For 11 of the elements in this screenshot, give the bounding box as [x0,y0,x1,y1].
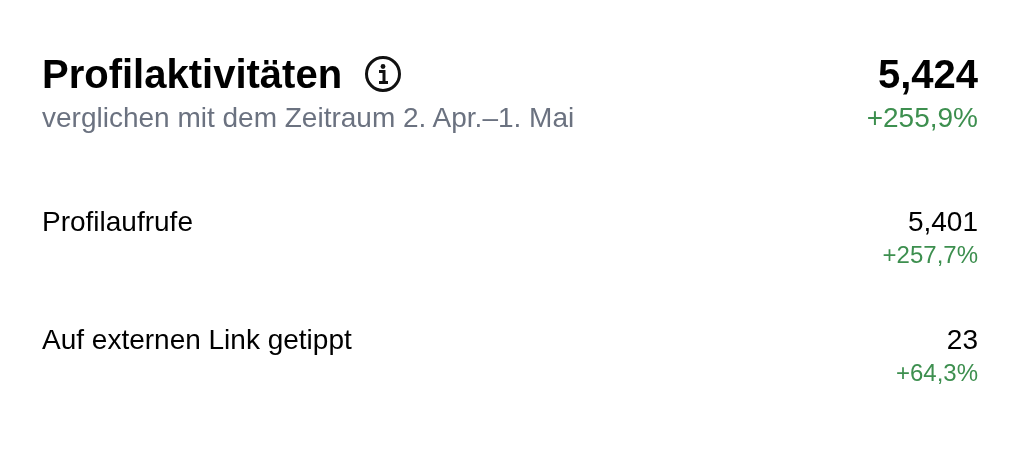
metric-value: 5,401 [907,205,978,239]
comparison-period: verglichen mit dem Zeitraum 2. Apr.–1. Mai [42,101,575,135]
metric-label: Auf externen Link getippt [42,323,352,357]
metric-value: 23 [946,323,978,357]
total-value: 5,424 [877,51,978,98]
total-change: +255,9% [866,101,978,135]
section-title: Profilaktivitäten [42,51,343,98]
info-icon[interactable] [364,55,403,93]
metric-change: +257,7% [882,240,978,270]
metric-change: +64,3% [895,358,978,388]
metric-label: Profilaufrufe [42,205,193,239]
